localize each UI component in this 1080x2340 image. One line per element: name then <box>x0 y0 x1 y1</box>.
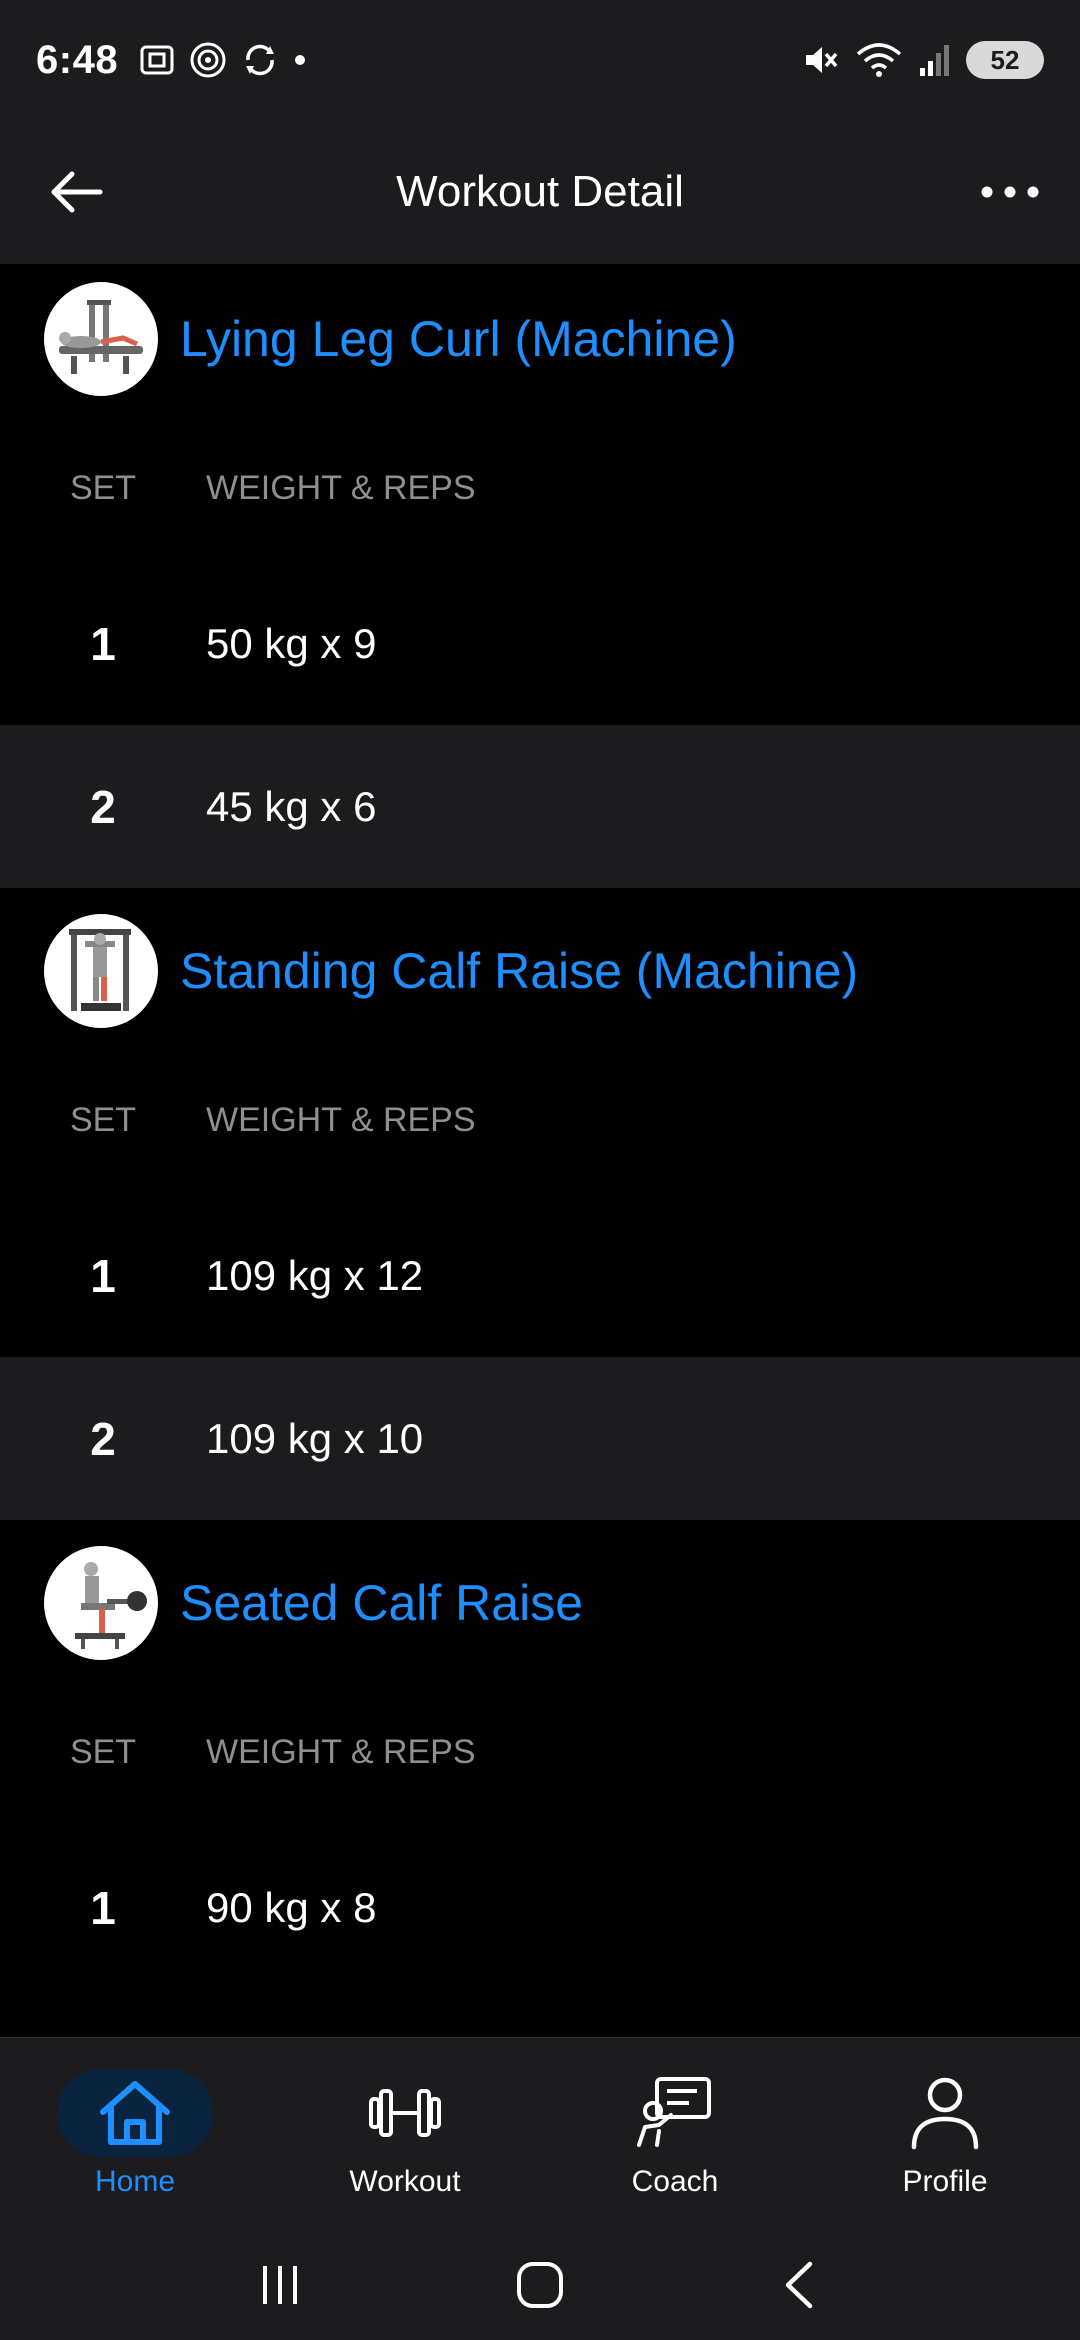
set-row: 1 90 kg x 8 <box>0 1826 1080 1989</box>
more-horizontal-icon <box>981 186 1039 198</box>
home-circle-icon <box>517 2262 563 2308</box>
recent-apps-icon <box>263 2266 297 2304</box>
set-row: 1 109 kg x 12 <box>0 1194 1080 1357</box>
set-weight-reps: 90 kg x 8 <box>206 1883 377 1931</box>
exercise-header[interactable]: Standing Calf Raise (Machine) <box>0 896 1080 1046</box>
exercise-card: Lying Leg Curl (Machine) SET WEIGHT & RE… <box>0 264 1080 888</box>
sync-icon <box>246 44 275 76</box>
sets-column-header: SET WEIGHT & REPS <box>0 1046 1080 1194</box>
coach-icon <box>637 2077 711 2147</box>
exercise-header[interactable]: Lying Leg Curl (Machine) <box>0 264 1080 414</box>
system-nav-bar <box>0 2230 1080 2340</box>
set-number: 2 <box>90 780 116 833</box>
status-right: 52 <box>800 40 1044 80</box>
mute-icon <box>806 47 838 73</box>
nav-label: Workout <box>349 2165 461 2198</box>
set-row: 2 109 kg x 10 <box>0 1357 1080 1520</box>
exercise-header[interactable]: Seated Calf Raise <box>0 1528 1080 1678</box>
nav-icon-container <box>867 2069 1023 2157</box>
home-system-button[interactable] <box>495 2250 585 2320</box>
exercise-title: Lying Leg Curl (Machine) <box>180 311 737 367</box>
exercise-thumbnail <box>44 1546 158 1660</box>
profile-icon <box>911 2077 979 2150</box>
set-weight-reps: 109 kg x 10 <box>206 1414 424 1462</box>
sets-column-header: SET WEIGHT & REPS <box>0 414 1080 562</box>
weight-reps-column-label: WEIGHT & REPS <box>206 1732 476 1771</box>
bottom-nav: Home Workout Coach Profile <box>0 2038 1080 2230</box>
wifi-icon <box>856 43 902 77</box>
nav-item-home[interactable]: Home <box>0 2038 270 2230</box>
weight-reps-column-label: WEIGHT & REPS <box>206 468 476 507</box>
nav-item-workout[interactable]: Workout <box>270 2038 540 2230</box>
workout-content: Lying Leg Curl (Machine) SET WEIGHT & RE… <box>0 264 1080 2037</box>
nav-icon-container <box>57 2069 213 2157</box>
screenshot-icon <box>140 45 174 75</box>
set-number: 1 <box>90 1881 116 1934</box>
set-row: 1 50 kg x 9 <box>0 562 1080 725</box>
nav-icon-container <box>597 2069 753 2157</box>
more-options-button[interactable] <box>970 160 1050 224</box>
arrow-left-icon <box>51 171 103 213</box>
battery-indicator: 52 <box>966 41 1044 79</box>
exercise-thumbnail <box>44 914 158 1028</box>
exercise-thumbnail <box>44 282 158 396</box>
set-number: 2 <box>90 1412 116 1465</box>
notification-dot-icon <box>295 55 306 65</box>
set-column-label: SET <box>69 1732 137 1771</box>
page-title: Workout Detail <box>396 167 684 216</box>
back-system-button[interactable] <box>755 2250 845 2320</box>
status-time: 6:48 <box>36 37 119 82</box>
nav-icon-container <box>327 2069 483 2157</box>
signal-icon <box>920 45 949 76</box>
set-column-label: SET <box>69 468 137 507</box>
chevron-left-icon <box>785 2261 813 2309</box>
nav-label: Coach <box>631 2165 719 2198</box>
nav-item-coach[interactable]: Coach <box>540 2038 810 2230</box>
leg-curl-machine-icon <box>59 300 143 374</box>
exercise-card: Seated Calf Raise SET WEIGHT & REPS 1 90… <box>0 1528 1080 1989</box>
set-row: 2 45 kg x 6 <box>0 725 1080 888</box>
home-icon <box>100 2081 170 2145</box>
recent-apps-button[interactable] <box>235 2250 325 2320</box>
sets-column-header: SET WEIGHT & REPS <box>0 1678 1080 1826</box>
at-sign-icon <box>190 42 226 78</box>
set-number: 1 <box>90 617 116 670</box>
nav-label: Home <box>94 2165 176 2198</box>
seated-calf-raise-icon <box>75 1562 147 1649</box>
exercise-title: Seated Calf Raise <box>180 1575 584 1631</box>
status-bar: 6:48 52 <box>0 0 1080 120</box>
status-left-icons <box>138 40 308 80</box>
weight-reps-column-label: WEIGHT & REPS <box>206 1100 476 1139</box>
dumbbell-icon <box>369 2089 441 2137</box>
set-weight-reps: 109 kg x 12 <box>206 1251 424 1299</box>
exercise-title: Standing Calf Raise (Machine) <box>180 943 859 999</box>
app-header: Workout Detail <box>0 120 1080 264</box>
exercise-card: Standing Calf Raise (Machine) SET WEIGHT… <box>0 896 1080 1520</box>
nav-item-profile[interactable]: Profile <box>810 2038 1080 2230</box>
set-weight-reps: 45 kg x 6 <box>206 782 377 830</box>
nav-label: Profile <box>902 2165 988 2198</box>
set-column-label: SET <box>69 1100 137 1139</box>
set-weight-reps: 50 kg x 9 <box>206 619 377 667</box>
back-button[interactable] <box>44 160 108 224</box>
set-number: 1 <box>90 1249 116 1302</box>
calf-raise-machine-icon <box>69 929 131 1011</box>
